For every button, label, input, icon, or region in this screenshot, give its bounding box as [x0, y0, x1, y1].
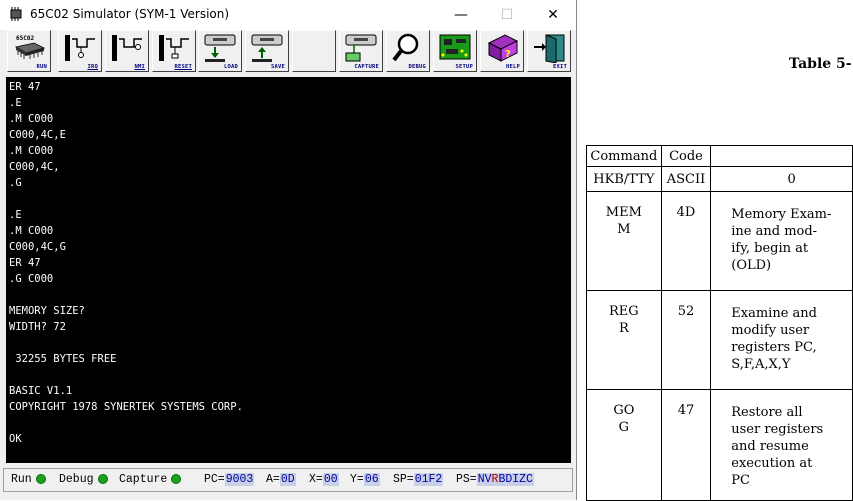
cell-command: MEM M	[605, 205, 642, 237]
reset-label: RESET	[174, 64, 192, 70]
capture-indicator: Capture	[119, 473, 182, 486]
debug-indicator: Debug	[59, 473, 108, 486]
debug-label: DEBUG	[408, 64, 426, 70]
debug-button[interactable]: DEBUG	[386, 30, 430, 72]
y-register: Y=06	[350, 473, 380, 486]
cell-desc: Memory Exam- ine and mod- ify, begin at …	[731, 207, 832, 273]
tape-load-icon	[204, 34, 236, 62]
cell-desc: Restore all user registers and resume ex…	[731, 405, 824, 488]
circuit-board-icon	[439, 34, 471, 60]
cell-command: HKB/TTY	[586, 166, 662, 192]
irq-button[interactable]: IRQ	[58, 30, 102, 72]
chip-icon: 65C02	[14, 35, 46, 59]
a-register: A=0D	[266, 473, 296, 486]
save-button[interactable]: SAVE	[245, 30, 289, 72]
chip-icon	[10, 7, 22, 21]
run-button[interactable]: 65C02 RUN	[7, 30, 51, 72]
cell-desc: 0	[710, 166, 853, 192]
table-title: Table 5-	[789, 56, 852, 72]
a-value: 0D	[279, 473, 296, 486]
minimize-button[interactable]: —	[438, 0, 484, 30]
run-led-icon	[35, 473, 46, 484]
pc-register: PC=9003	[204, 473, 255, 486]
command-table: Command Code HKB/TTY ASCII 0 MEM M 4D Me…	[586, 145, 853, 501]
cell-desc: Examine and modify user registers PC, S,…	[731, 306, 817, 372]
cell-code: 47	[677, 403, 695, 418]
cell-command: GO G	[613, 403, 635, 435]
toolbar: 65C02 RUN IRQ NMI RESET LOAD SAVE CAPTUR…	[0, 30, 576, 76]
run-indicator: Run	[11, 473, 46, 486]
nmi-signal-icon	[112, 35, 142, 61]
exit-door-icon	[534, 34, 565, 63]
simulator-window: 65C02 Simulator (SYM-1 Version) — ☐ ✕ 65…	[0, 0, 577, 500]
help-book-icon: ?	[487, 34, 519, 62]
table-row: HKB/TTY ASCII 0	[586, 166, 853, 192]
irq-signal-icon	[65, 35, 95, 61]
reset-button[interactable]: RESET	[152, 30, 196, 72]
save-label: SAVE	[270, 64, 285, 70]
debug-led-icon	[97, 473, 108, 484]
cell-command: REG R	[609, 304, 639, 336]
window-title: 65C02 Simulator (SYM-1 Version)	[30, 7, 230, 21]
status-bar: Run Debug Capture PC=9003 A=0D X=00 Y=06…	[3, 468, 573, 492]
blank-toolbar-button[interactable]	[292, 30, 336, 72]
load-label: LOAD	[223, 64, 238, 70]
pc-value: 9003	[224, 473, 255, 486]
document-page: Table 5- Command Code HKB/TTY ASCII 0 ME…	[578, 0, 853, 501]
table-row: MEM M 4D Memory Exam- ine and mod- ify, …	[586, 191, 853, 291]
table-row: GO G 47 Restore all user registers and r…	[586, 389, 853, 501]
capture-label: CAPTURE	[354, 64, 379, 70]
sp-value: 01F2	[413, 473, 444, 486]
setup-label: SETUP	[455, 64, 473, 70]
capture-icon	[345, 34, 377, 62]
x-register: X=00	[309, 473, 339, 486]
setup-button[interactable]: SETUP	[433, 30, 477, 72]
irq-label: IRQ	[87, 64, 98, 70]
close-button[interactable]: ✕	[530, 0, 576, 30]
tape-save-icon	[251, 34, 283, 62]
y-value: 06	[363, 473, 380, 486]
magnifier-icon	[392, 33, 419, 62]
sp-register: SP=01F2	[393, 473, 444, 486]
maximize-button[interactable]: ☐	[484, 0, 530, 30]
exit-label: EXIT	[552, 64, 567, 70]
table-header-row: Command Code	[586, 145, 853, 167]
table-row: REG R 52 Examine and modify user registe…	[586, 290, 853, 390]
terminal-screen[interactable]: ER 47 .E .M C000 C000,4C,E .M C000 C000,…	[6, 77, 571, 463]
x-value: 00	[322, 473, 339, 486]
svg-text:?: ?	[505, 49, 511, 60]
help-label: HELP	[505, 64, 520, 70]
nmi-label: NMI	[134, 64, 145, 70]
help-button[interactable]: ? HELP	[480, 30, 524, 72]
ps-register: PS=NVRBDIZC	[456, 473, 534, 486]
cell-code: 4D	[676, 205, 696, 220]
title-bar[interactable]: 65C02 Simulator (SYM-1 Version) — ☐ ✕	[0, 0, 576, 30]
ps-value: NVRBDIZC	[476, 473, 534, 486]
capture-led-icon	[171, 473, 182, 484]
header-command: Command	[586, 145, 662, 167]
header-code: Code	[660, 145, 712, 167]
terminal-output: ER 47 .E .M C000 C000,4C,E .M C000 C000,…	[9, 81, 243, 445]
load-button[interactable]: LOAD	[198, 30, 242, 72]
capture-button[interactable]: CAPTURE	[339, 30, 383, 72]
header-blank	[710, 145, 853, 167]
cell-code: ASCII	[660, 166, 712, 192]
nmi-button[interactable]: NMI	[105, 30, 149, 72]
cell-code: 52	[677, 304, 695, 319]
exit-button[interactable]: EXIT	[527, 30, 571, 72]
run-label: RUN	[36, 64, 47, 70]
reset-signal-icon	[159, 35, 189, 61]
chip-text: 65C02	[16, 35, 34, 42]
